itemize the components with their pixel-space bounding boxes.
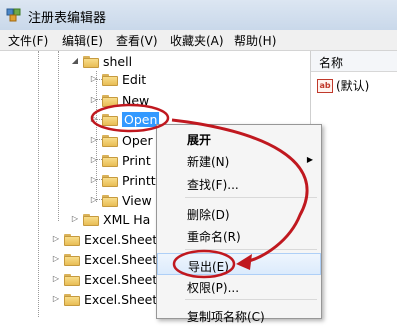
folder-icon	[64, 293, 80, 306]
column-header-name[interactable]: 名称	[311, 51, 397, 72]
window-title: 注册表编辑器	[28, 11, 107, 26]
expand-icon[interactable]: ▷	[51, 234, 61, 244]
expand-icon[interactable]: ▷	[89, 95, 99, 105]
expand-icon[interactable]: ▷	[89, 74, 99, 84]
folder-icon	[102, 94, 118, 107]
folder-icon	[102, 174, 118, 187]
expand-icon[interactable]: ▷	[89, 155, 99, 165]
expand-icon[interactable]: ▷	[89, 135, 99, 145]
folder-icon	[102, 194, 118, 207]
tree-item-printto[interactable]: ▷ Printt	[89, 170, 156, 190]
expand-icon[interactable]: ▷	[89, 175, 99, 185]
tree-item-open[interactable]: ▷ Open	[89, 109, 160, 129]
tree-item-xml-handler[interactable]: ▷ XML Ha	[70, 209, 150, 229]
expand-icon[interactable]: ▷	[89, 195, 99, 205]
tree-item-shell[interactable]: ◢ shell	[70, 51, 132, 71]
menu-help[interactable]: 帮助(H)	[232, 32, 278, 49]
expand-icon[interactable]: ▷	[51, 294, 61, 304]
menu-item-new[interactable]: 新建(N) ▶	[157, 149, 321, 171]
folder-icon	[102, 134, 118, 147]
menu-item-find[interactable]: 查找(F)...	[157, 172, 321, 194]
tree-item-oper[interactable]: ▷ Oper	[89, 130, 153, 150]
tree-item-excel-sheet-4[interactable]: ▷ Excel.Sheet	[51, 289, 157, 309]
folder-icon	[64, 253, 80, 266]
tree-item-print[interactable]: ▷ Print	[89, 150, 151, 170]
menu-favorites[interactable]: 收藏夹(A)	[168, 32, 226, 49]
value-row-default[interactable]: ab (默认)	[317, 77, 369, 94]
folder-icon	[83, 213, 99, 226]
context-menu: 展开 新建(N) ▶ 查找(F)... 删除(D) 重命名(R) 导出(E) 权…	[156, 124, 322, 324]
folder-icon	[102, 73, 118, 86]
menu-bar: 文件(F) 编辑(E) 查看(V) 收藏夹(A) 帮助(H)	[0, 30, 397, 51]
tree-item-excel-sheet-1[interactable]: ▷ Excel.Sheet	[51, 229, 157, 249]
menu-item-expand[interactable]: 展开	[157, 127, 321, 149]
menu-separator	[185, 197, 317, 198]
menu-item-permissions[interactable]: 权限(P)...	[157, 275, 321, 297]
title-bar: 注册表编辑器	[0, 0, 397, 30]
menu-view[interactable]: 查看(V)	[114, 32, 160, 49]
submenu-arrow-icon: ▶	[306, 155, 313, 164]
menu-item-copy-key-name[interactable]: 复制项名称(C)	[157, 304, 321, 326]
registry-editor-icon	[6, 8, 21, 22]
expand-icon[interactable]: ▷	[70, 214, 80, 224]
menu-file[interactable]: 文件(F)	[6, 32, 50, 49]
tree-item-edit[interactable]: ▷ Edit	[89, 69, 146, 89]
folder-icon	[64, 233, 80, 246]
menu-item-delete[interactable]: 删除(D)	[157, 202, 321, 224]
tree-item-new[interactable]: ▷ New	[89, 90, 149, 110]
expand-icon[interactable]: ▷	[89, 114, 99, 124]
values-pane[interactable]: 名称 ab (默认)	[311, 51, 397, 317]
menu-item-export[interactable]: 导出(E)	[157, 253, 321, 275]
ab-string-icon: ab	[317, 78, 333, 93]
menu-item-rename[interactable]: 重命名(R)	[157, 224, 321, 246]
menu-separator	[185, 249, 317, 250]
folder-icon	[102, 113, 118, 126]
folder-icon	[83, 55, 99, 68]
tree-item-view[interactable]: ▷ View	[89, 190, 152, 210]
folder-icon	[64, 273, 80, 286]
expand-icon[interactable]: ▷	[51, 254, 61, 264]
expand-icon[interactable]: ▷	[51, 274, 61, 284]
tree-item-excel-sheet-3[interactable]: ▷ Excel.Sheet.	[51, 269, 161, 289]
collapse-icon[interactable]: ◢	[70, 56, 80, 66]
menu-separator	[185, 299, 317, 300]
menu-edit[interactable]: 编辑(E)	[60, 32, 105, 49]
folder-icon	[102, 154, 118, 167]
tree-item-excel-sheet-2[interactable]: ▷ Excel.Sheet.	[51, 249, 161, 269]
